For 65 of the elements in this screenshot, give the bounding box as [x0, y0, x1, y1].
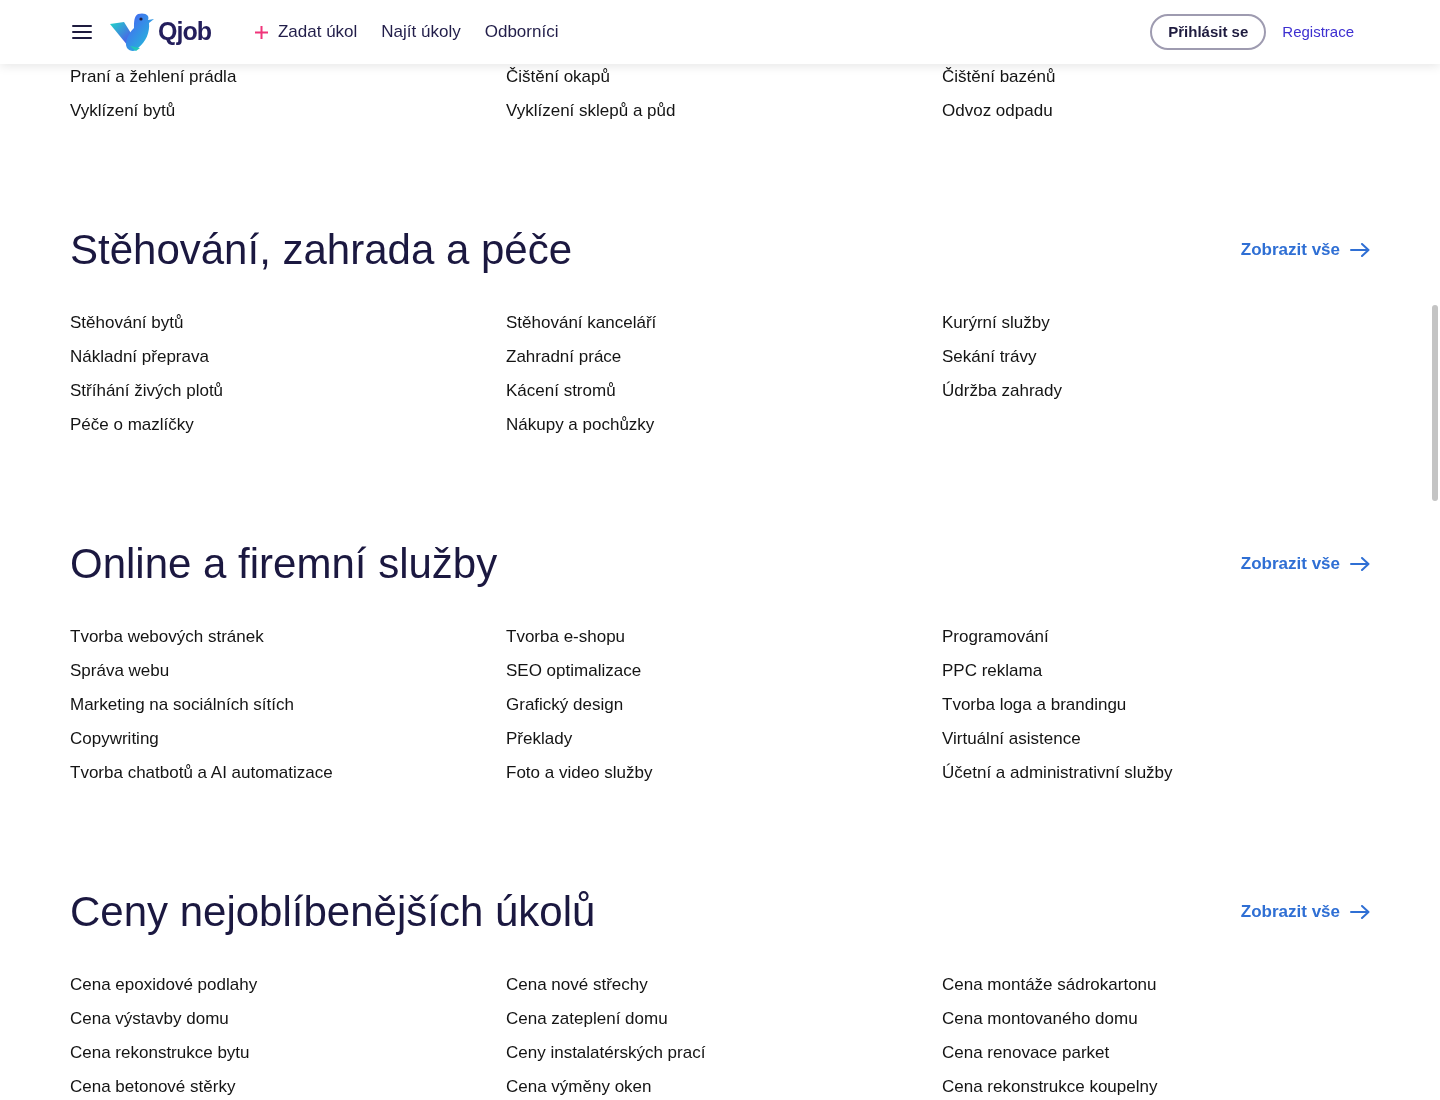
- service-link[interactable]: Cena betonové stěrky: [70, 1076, 236, 1098]
- service-link[interactable]: Čištění okapů: [506, 66, 610, 88]
- service-link[interactable]: PPC reklama: [942, 660, 1043, 682]
- service-link[interactable]: Nákupy a pochůzky: [506, 414, 655, 436]
- service-link[interactable]: Tvorba chatbotů a AI automatizace: [70, 762, 333, 784]
- service-link[interactable]: Cena montáže sádrokartonu: [942, 974, 1157, 996]
- show-all-link[interactable]: Zobrazit vše: [1240, 551, 1370, 577]
- service-link[interactable]: Údržba zahrady: [942, 380, 1062, 402]
- service-link[interactable]: Virtuální asistence: [942, 728, 1081, 750]
- service-link[interactable]: Tvorba loga a brandingu: [942, 694, 1127, 716]
- register-link[interactable]: Registrace: [1282, 20, 1354, 44]
- service-link[interactable]: Nákladní přeprava: [70, 346, 209, 368]
- arrow-right-icon: [1350, 905, 1370, 919]
- logo-text: Qjob: [158, 16, 211, 48]
- section-heading: Stěhování, zahrada a péče: [70, 226, 573, 274]
- service-link[interactable]: Stříhání živých plotů: [70, 380, 224, 402]
- service-link[interactable]: Praní a žehlení prádla: [70, 66, 237, 88]
- service-link[interactable]: Stěhování kanceláří: [506, 312, 657, 334]
- scrollbar-thumb[interactable]: [1432, 305, 1438, 501]
- service-link[interactable]: Vyklízení bytů: [70, 100, 176, 122]
- service-link[interactable]: Kurýrní služby: [942, 312, 1050, 334]
- menu-icon: [72, 25, 92, 39]
- service-link[interactable]: Cena renovace parket: [942, 1042, 1110, 1064]
- login-button[interactable]: Přihlásit se: [1150, 14, 1267, 50]
- plus-icon: [254, 25, 268, 39]
- nav-link[interactable]: Zadat úkol: [254, 19, 358, 45]
- service-link[interactable]: Překlady: [506, 728, 573, 750]
- arrow-right-icon: [1350, 243, 1370, 257]
- service-link[interactable]: SEO optimalizace: [506, 660, 642, 682]
- service-link[interactable]: Vyklízení sklepů a půd: [506, 100, 676, 122]
- show-all-link[interactable]: Zobrazit vše: [1240, 237, 1370, 263]
- service-link[interactable]: Copywriting: [70, 728, 159, 750]
- service-link[interactable]: Péče o mazlíčky: [70, 414, 194, 436]
- arrow-right-icon: [1350, 557, 1370, 571]
- service-link[interactable]: Správa webu: [70, 660, 170, 682]
- logo-link[interactable]: Qjob: [110, 12, 211, 52]
- service-link[interactable]: Cena epoxidové podlahy: [70, 974, 258, 996]
- service-link[interactable]: Cena rekonstrukce bytu: [70, 1042, 250, 1064]
- section-heading: Ceny nejoblíbenějších úkolů: [70, 888, 596, 936]
- service-link[interactable]: Kácení stromů: [506, 380, 616, 402]
- show-all-link[interactable]: Zobrazit vše: [1240, 899, 1370, 925]
- service-link[interactable]: Ceny instalatérských prací: [506, 1042, 706, 1064]
- menu-button[interactable]: [72, 25, 92, 39]
- service-link[interactable]: Cena montovaného domu: [942, 1008, 1138, 1030]
- service-link[interactable]: Grafický design: [506, 694, 624, 716]
- service-link[interactable]: Programování: [942, 626, 1049, 648]
- service-link[interactable]: Cena výměny oken: [506, 1076, 652, 1098]
- service-link[interactable]: Stěhování bytů: [70, 312, 184, 334]
- service-link[interactable]: Cena zateplení domu: [506, 1008, 668, 1030]
- service-link[interactable]: Marketing na sociálních sítích: [70, 694, 294, 716]
- bird-logo-icon: [110, 12, 156, 52]
- service-link[interactable]: Sekání trávy: [942, 346, 1037, 368]
- service-link[interactable]: Tvorba webových stránek: [70, 626, 264, 648]
- service-link[interactable]: Čištění bazénů: [942, 66, 1056, 88]
- service-link[interactable]: Foto a video služby: [506, 762, 653, 784]
- service-link[interactable]: Cena nové střechy: [506, 974, 648, 996]
- service-link[interactable]: Cena výstavby domu: [70, 1008, 229, 1030]
- service-link[interactable]: Cena rekonstrukce koupelny: [942, 1076, 1158, 1098]
- nav-link[interactable]: Najít úkoly: [381, 19, 461, 45]
- service-link[interactable]: Odvoz odpadu: [942, 100, 1053, 122]
- service-link[interactable]: Tvorba e-shopu: [506, 626, 626, 648]
- service-link[interactable]: Zahradní práce: [506, 346, 622, 368]
- nav-link[interactable]: Odborníci: [484, 19, 559, 45]
- service-link[interactable]: Účetní a administrativní služby: [942, 762, 1173, 784]
- section-heading: Online a firemní služby: [70, 540, 498, 588]
